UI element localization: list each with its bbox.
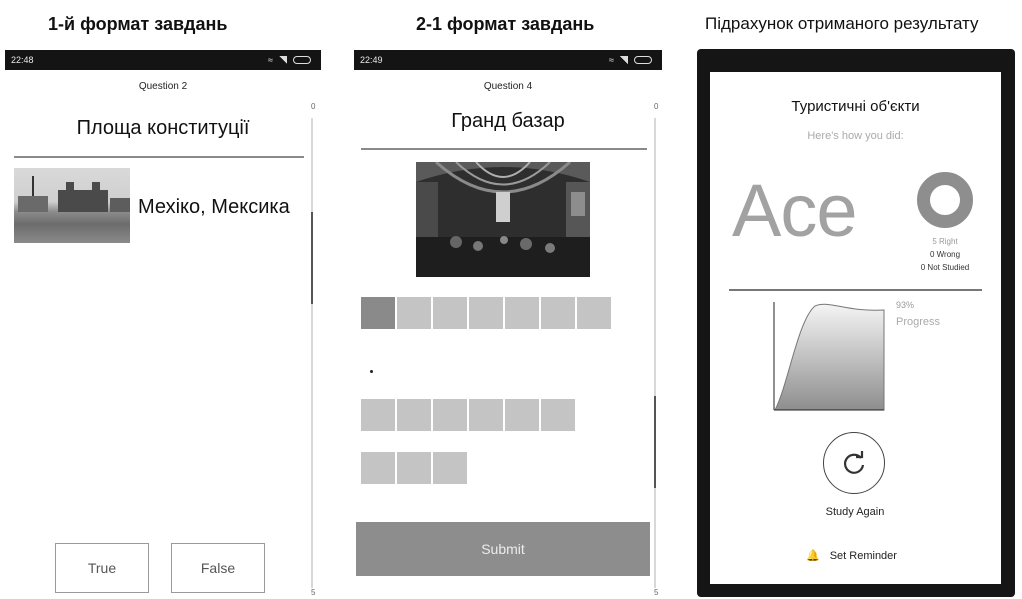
answer-tile[interactable] <box>433 297 467 329</box>
question-title: Гранд базар <box>451 110 565 132</box>
progress-label: Progress <box>896 316 941 328</box>
refresh-icon <box>843 451 865 474</box>
study-again-button[interactable] <box>823 432 885 494</box>
true-button[interactable]: True <box>55 543 149 593</box>
status-bar: 22:49 ≈ <box>354 50 662 70</box>
answer-tile-row-1 <box>361 297 611 329</box>
divider <box>14 156 304 158</box>
scrollbar-thumb[interactable] <box>311 212 313 304</box>
scrollbar-thumb[interactable] <box>654 396 656 488</box>
answer-tile[interactable] <box>469 297 503 329</box>
study-again-label[interactable]: Study Again <box>810 506 900 518</box>
scrollbar[interactable] <box>311 118 313 588</box>
format2-heading: 2-1 формат завдань <box>416 14 595 34</box>
answer-tile[interactable] <box>361 452 395 484</box>
set-reminder-button[interactable]: 🔔 Set Reminder <box>806 549 897 563</box>
answer-tile[interactable] <box>505 297 539 329</box>
answer-tile-row-3 <box>361 452 467 484</box>
scroll-indicator-bottom: 5 <box>654 588 659 597</box>
wifi-icon: ≈ <box>609 55 614 65</box>
results-title: Туристичні об'єкти <box>791 98 920 115</box>
right-count: 5 Right <box>932 237 958 246</box>
answer-tile[interactable] <box>397 297 431 329</box>
bazaar-photo <box>416 162 590 277</box>
answer-tile[interactable] <box>541 399 575 431</box>
divider <box>361 148 647 150</box>
answer-tile-selected[interactable] <box>361 297 395 329</box>
answer-tile[interactable] <box>397 399 431 431</box>
answer-tile[interactable] <box>397 452 431 484</box>
divider <box>729 289 982 291</box>
wifi-icon: ≈ <box>268 55 273 65</box>
separator-dot <box>370 370 373 373</box>
submit-button[interactable]: Submit <box>356 522 650 576</box>
status-time: 22:49 <box>360 55 383 65</box>
result-heading: Підрахунок отриманого результату <box>705 14 979 33</box>
scroll-indicator-bottom: 5 <box>311 588 316 597</box>
question-label: Question 4 <box>483 81 533 92</box>
score-donut-chart <box>917 172 973 228</box>
answer-tile-row-2 <box>361 399 575 431</box>
not-studied-count: 0 Not Studied <box>920 263 970 272</box>
battery-icon <box>634 56 652 64</box>
answer-tile[interactable] <box>541 297 575 329</box>
answer-tile[interactable] <box>433 399 467 431</box>
answer-tile[interactable] <box>361 399 395 431</box>
status-time: 22:48 <box>11 55 34 65</box>
set-reminder-label: Set Reminder <box>829 549 897 562</box>
status-bar: 22:48 ≈ <box>5 50 321 70</box>
answer-tile[interactable] <box>469 399 503 431</box>
battery-icon <box>293 56 311 64</box>
answer-text: Мехіко, Мексика <box>138 196 290 218</box>
scrollbar[interactable] <box>654 118 656 588</box>
question-label: Question 2 <box>138 81 188 92</box>
answer-tile[interactable] <box>505 399 539 431</box>
progress-percent: 93% <box>896 300 915 310</box>
wrong-count: 0 Wrong <box>929 250 961 259</box>
progress-chart <box>770 300 886 412</box>
scroll-indicator-top: 0 <box>311 102 316 111</box>
answer-tile[interactable] <box>433 452 467 484</box>
bell-icon: 🔔 <box>806 550 820 562</box>
grade-text: Ace <box>732 169 858 252</box>
results-subtitle: Here's how you did: <box>807 130 904 142</box>
false-button[interactable]: False <box>171 543 265 593</box>
signal-icon <box>620 56 628 64</box>
signal-icon <box>279 56 287 64</box>
answer-tile[interactable] <box>577 297 611 329</box>
question-title: Площа конституції <box>76 117 250 139</box>
city-square-photo <box>14 168 130 243</box>
format1-heading: 1-й формат завдань <box>48 14 228 34</box>
scroll-indicator-top: 0 <box>654 102 659 111</box>
